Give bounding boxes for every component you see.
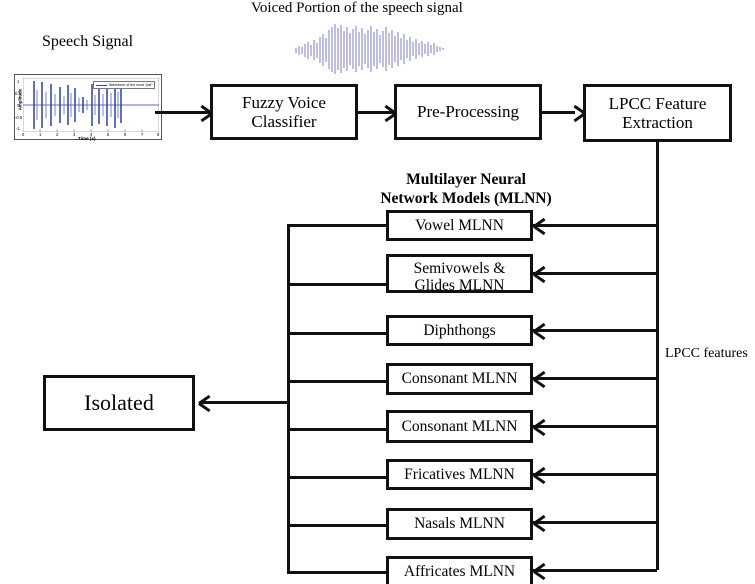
connector-left-affricates-mlnn [287,571,388,574]
connector-left-fricatives-mlnn [287,476,388,479]
speech-signal-label: Speech Signal [42,33,134,50]
connector-left-diphthongs [287,332,388,335]
lpcc-features-label: LPCC features [665,346,748,361]
connector-right-consonant-mlnn-2 [533,425,657,428]
connector-plot-to-classifier [155,111,210,114]
mlnn-box-semivowels-glides-mlnn[interactable]: Semivowels & Glides MLNN [386,254,533,293]
mlnn-box-fricatives-mlnn[interactable]: Fricatives MLNN [386,459,533,490]
ytick-m1: -1 [16,126,20,131]
pipeline-box-label: Fuzzy Voice Classifier [242,92,326,131]
mlnn-box-label: Nasals MLNN [414,515,505,533]
mlnn-box-consonant-mlnn-2[interactable]: Consonant MLNN [386,410,533,443]
xtick-7: 7 [141,132,144,137]
pipeline-box-pre-processing[interactable]: Pre-Processing [394,84,542,140]
mlnn-box-label: Consonant MLNN [401,370,518,388]
mlnn-box-consonant-mlnn-1[interactable]: Consonant MLNN [386,363,533,395]
pipeline-box-lpcc-feature-extraction[interactable]: LPCC Feature Extraction [583,84,732,142]
mlnn-box-affricates-mlnn[interactable]: Affricates MLNN [386,556,533,584]
xtick-6: 6 [124,132,127,137]
mlnn-box-label: Diphthongs [423,321,496,339]
connector-classifier-to-preprocessing [358,111,394,114]
connector-left-semivowels-glides-mlnn [287,283,388,286]
connector-left-consonant-mlnn-1 [287,380,388,383]
mlnn-box-label: Fricatives MLNN [404,465,515,483]
voiced-portion-label: Voiced Portion of the speech signal [251,0,463,16]
mlnn-box-label: Vowel MLNN [415,216,504,234]
ytick-m0p5: -0.5 [15,115,23,120]
diagram-canvas: Speech Signal Voiced Portion of the spee… [0,0,755,584]
y-axis-title: Amplitude [17,88,23,111]
xtick-5: 5 [107,132,110,137]
mlnn-box-diphthongs[interactable]: Diphthongs [386,315,533,346]
mlnn-section-heading: Multilayer Neural Network Models (MLNN) [371,170,561,209]
voiced-portion-waveform [295,24,444,74]
xtick-2: 2 [56,132,59,137]
connector-right-affricates-mlnn [533,569,657,572]
mlnn-heading-line-1: Multilayer Neural [406,171,526,188]
connector-left-nasals-mlnn [287,524,388,527]
output-box-isolated[interactable]: Isolated [43,375,195,431]
connector-right-vowel-mlnn [533,224,657,227]
mlnn-heading-line-2: Network Models (MLNN) [380,190,552,208]
connector-left-consonant-mlnn-2 [287,428,388,431]
mlnn-box-nasals-mlnn[interactable]: Nasals MLNN [386,508,533,540]
mlnn-box-label: Affricates MLNN [403,563,516,581]
connector-right-nasals-mlnn [533,521,657,524]
x-axis-title: Time (s) [78,136,96,141]
plot-legend: Waveform of the word "pat" [93,81,155,89]
xtick-8: 8 [157,132,160,137]
connector-right-semivowels-glides-mlnn [533,272,657,275]
pipeline-box-label: LPCC Feature Extraction [608,93,707,132]
connector-right-diphthongs [533,329,657,332]
ytick-1: 1 [17,79,20,84]
xtick-0: 0 [22,132,25,137]
xtick-1: 1 [39,132,42,137]
mlnn-box-label: Consonant MLNN [401,417,518,435]
pipeline-box-fuzzy-voice-classifier[interactable]: Fuzzy Voice Classifier [210,84,358,140]
mlnn-box-label: Semivowels & Glides MLNN [413,260,506,293]
mlnn-box-vowel-mlnn[interactable]: Vowel MLNN [386,210,533,241]
connector-right-consonant-mlnn-1 [533,377,657,380]
legend-line-swatch [96,84,107,86]
lpcc-feature-bus-spine [656,142,659,570]
connector-preprocessing-to-lpcc [542,111,575,114]
connector-collector-to-isolated [200,401,288,404]
xtick-3: 3 [73,132,76,137]
pipeline-box-label: Pre-Processing [417,102,519,122]
connector-right-fricatives-mlnn [533,473,657,476]
legend-label: Waveform of the word "pat" [109,83,153,87]
mlnn-output-collector-spine [287,225,290,573]
speech-signal-waveform-plot: 1 0.5 0 -0.5 -1 Amplitude Waveform of th… [14,74,162,141]
output-box-label: Isolated [84,389,154,415]
connector-left-vowel-mlnn [287,224,388,227]
